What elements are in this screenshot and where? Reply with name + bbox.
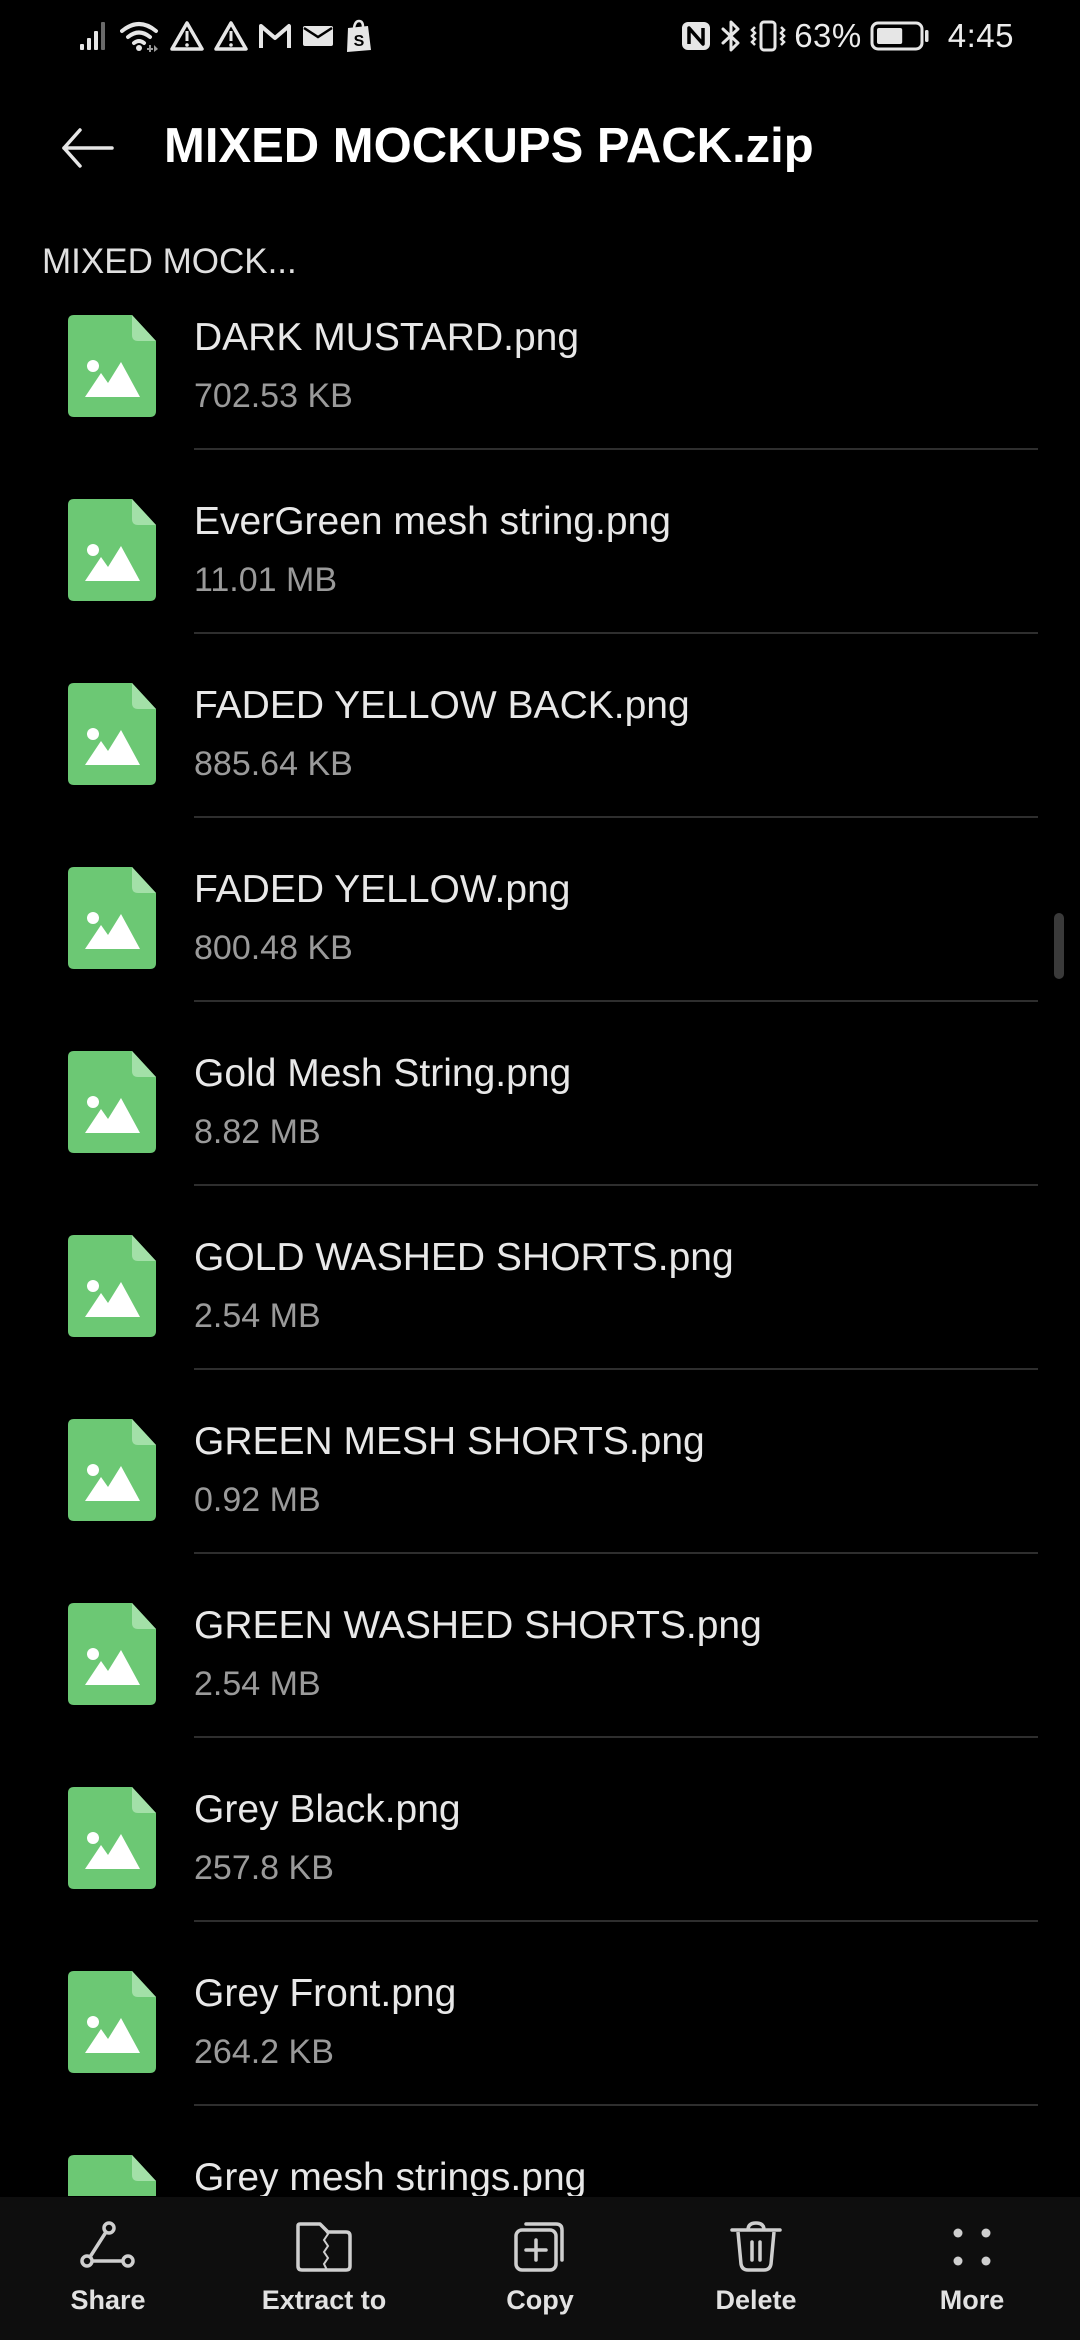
copy-icon <box>508 2219 572 2275</box>
file-list-item[interactable]: Grey mesh strings.png <box>0 2106 1080 2196</box>
file-name: GREEN MESH SHORTS.png <box>194 1420 705 1463</box>
wifi-icon <box>120 19 160 53</box>
svg-text:S: S <box>354 33 365 50</box>
file-size: 0.92 MB <box>194 1481 321 1519</box>
page-title: MIXED MOCKUPS PACK.zip <box>164 119 814 173</box>
image-file-icon <box>68 867 156 969</box>
signal-icon <box>78 20 110 52</box>
file-list[interactable]: DARK MUSTARD.png 702.53 KB EverGreen mes… <box>0 296 1080 2196</box>
breadcrumb[interactable]: MIXED MOCK... <box>42 242 297 282</box>
file-size: 800.48 KB <box>194 929 353 967</box>
file-name: Grey Black.png <box>194 1788 461 1831</box>
extract-to-button[interactable]: Extract to <box>216 2197 432 2340</box>
bottom-toolbar: Share Extract to Copy Delete More <box>0 2197 1080 2340</box>
file-list-item[interactable]: Gold Mesh String.png 8.82 MB <box>0 1002 1080 1186</box>
share-label: Share <box>70 2285 146 2315</box>
arrow-left-icon <box>60 124 116 177</box>
file-list-item[interactable]: FADED YELLOW.png 800.48 KB <box>0 818 1080 1002</box>
more-button[interactable]: More <box>864 2197 1080 2340</box>
scrollbar-thumb[interactable] <box>1054 913 1064 979</box>
app-header: MIXED MOCKUPS PACK.zip <box>0 100 1080 200</box>
image-file-icon <box>68 499 156 601</box>
file-list-item[interactable]: GOLD WASHED SHORTS.png 2.54 MB <box>0 1186 1080 1370</box>
warning-icon <box>214 20 248 52</box>
battery-percentage: 63% <box>794 17 862 54</box>
file-size: 2.54 MB <box>194 1297 321 1335</box>
file-name: GOLD WASHED SHORTS.png <box>194 1236 734 1279</box>
share-icon <box>76 2219 140 2275</box>
image-file-icon <box>68 1235 156 1337</box>
file-name: Grey Front.png <box>194 1972 457 2015</box>
file-size: 8.82 MB <box>194 1113 321 1151</box>
trash-icon <box>724 2219 788 2275</box>
delete-button[interactable]: Delete <box>648 2197 864 2340</box>
status-right-icons: 63% 4:45 <box>680 14 1014 58</box>
file-list-item[interactable]: GREEN WASHED SHORTS.png 2.54 MB <box>0 1554 1080 1738</box>
image-file-icon <box>68 1787 156 1889</box>
zip-folder-icon <box>292 2219 356 2275</box>
file-list-item[interactable]: DARK MUSTARD.png 702.53 KB <box>0 296 1080 450</box>
file-list-item[interactable]: FADED YELLOW BACK.png 885.64 KB <box>0 634 1080 818</box>
file-name: DARK MUSTARD.png <box>194 316 580 359</box>
image-file-icon <box>68 1603 156 1705</box>
file-name: FADED YELLOW BACK.png <box>194 684 690 727</box>
file-name: Grey mesh strings.png <box>194 2156 587 2196</box>
file-size: 264.2 KB <box>194 2033 334 2071</box>
image-file-icon <box>68 1051 156 1153</box>
gmail-icon <box>258 22 292 50</box>
more-dots-icon <box>940 2219 1004 2275</box>
image-file-icon <box>68 683 156 785</box>
extract-to-label: Extract to <box>261 2285 387 2315</box>
image-file-icon <box>68 315 156 417</box>
delete-label: Delete <box>715 2285 797 2315</box>
file-size: 2.54 MB <box>194 1665 321 1703</box>
copy-button[interactable]: Copy <box>432 2197 648 2340</box>
mail-icon <box>302 23 334 49</box>
file-size: 885.64 KB <box>194 745 353 783</box>
clock: 4:45 <box>947 17 1014 54</box>
file-name: FADED YELLOW.png <box>194 868 571 911</box>
nfc-icon <box>680 20 712 52</box>
battery-icon <box>870 20 930 52</box>
file-size: 11.01 MB <box>194 561 338 599</box>
shopify-icon: S <box>344 19 374 53</box>
status-left-icons: S <box>78 16 374 56</box>
warning-icon <box>170 20 204 52</box>
file-list-item[interactable]: Grey Front.png 264.2 KB <box>0 1922 1080 2106</box>
status-bar: S 63% 4:45 <box>0 0 1080 76</box>
file-size: 702.53 KB <box>194 377 353 415</box>
file-list-item[interactable]: GREEN MESH SHORTS.png 0.92 MB <box>0 1370 1080 1554</box>
vibrate-icon <box>750 19 786 53</box>
file-list-item[interactable]: EverGreen mesh string.png 11.01 MB <box>0 450 1080 634</box>
copy-label: Copy <box>506 2285 574 2315</box>
file-name: EverGreen mesh string.png <box>194 500 671 543</box>
share-button[interactable]: Share <box>0 2197 216 2340</box>
bluetooth-icon <box>720 19 742 53</box>
image-file-icon <box>68 2155 156 2196</box>
image-file-icon <box>68 1971 156 2073</box>
image-file-icon <box>68 1419 156 1521</box>
file-list-item[interactable]: Grey Black.png 257.8 KB <box>0 1738 1080 1922</box>
file-size: 257.8 KB <box>194 1849 334 1887</box>
more-label: More <box>939 2285 1005 2315</box>
file-name: Gold Mesh String.png <box>194 1052 572 1095</box>
file-name: GREEN WASHED SHORTS.png <box>194 1604 762 1647</box>
file-list-content: DARK MUSTARD.png 702.53 KB EverGreen mes… <box>0 296 1080 2196</box>
back-button[interactable] <box>56 118 120 182</box>
